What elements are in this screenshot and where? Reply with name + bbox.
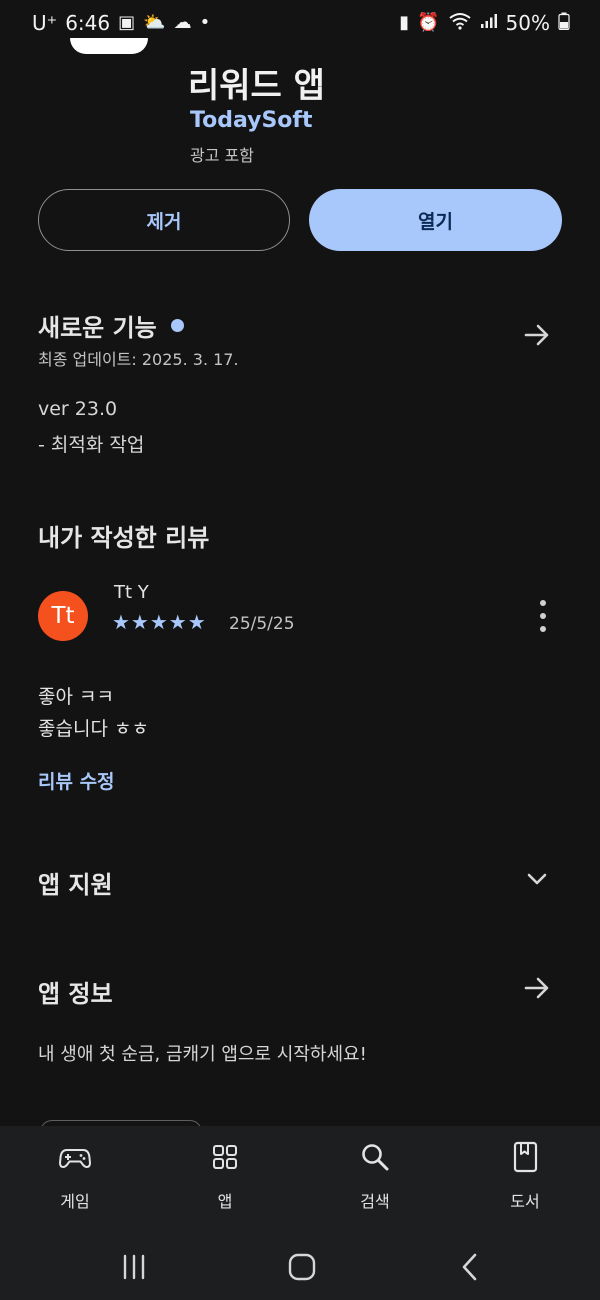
app-support-title[interactable]: 앱 지원 bbox=[38, 865, 113, 900]
apps-grid-icon bbox=[213, 1145, 237, 1169]
signal-icon bbox=[480, 13, 498, 33]
gamepad-icon bbox=[58, 1149, 92, 1169]
search-icon bbox=[362, 1144, 389, 1171]
about-app-title[interactable]: 앱 정보 bbox=[38, 974, 113, 1009]
battery-icon bbox=[558, 12, 570, 34]
new-indicator-dot bbox=[170, 319, 184, 332]
nav-search[interactable]: 검색 bbox=[330, 1140, 420, 1212]
review-date: 25/5/25 bbox=[229, 614, 295, 634]
bottom-navigation: 게임 앱 검색 도서 bbox=[0, 1126, 600, 1226]
book-icon bbox=[513, 1141, 538, 1173]
edit-review-link[interactable]: 리뷰 수정 bbox=[38, 767, 115, 794]
nav-games[interactable]: 게임 bbox=[30, 1140, 120, 1212]
open-button[interactable]: 열기 bbox=[309, 189, 562, 251]
alarm-icon: ⏰ bbox=[417, 12, 440, 33]
nav-books[interactable]: 도서 bbox=[480, 1140, 570, 1212]
battery-saver-icon: ▮ bbox=[399, 12, 410, 33]
home-icon[interactable] bbox=[282, 1248, 322, 1288]
nav-apps-label: 앱 bbox=[217, 1192, 233, 1211]
release-version: ver 23.0 bbox=[38, 398, 118, 420]
star-rating: ★★★★★ bbox=[112, 610, 207, 634]
system-navigation-bar bbox=[0, 1226, 600, 1300]
nav-games-label: 게임 bbox=[60, 1192, 90, 1211]
back-icon[interactable] bbox=[450, 1248, 490, 1288]
more-notifications-dot-icon: • bbox=[199, 12, 211, 33]
nav-books-label: 도서 bbox=[510, 1192, 540, 1211]
nav-apps[interactable]: 앱 bbox=[180, 1140, 270, 1212]
clock: 6:46 bbox=[65, 11, 111, 35]
app-title: 리워드 앱 bbox=[188, 66, 325, 106]
cloud-icon: ☁ bbox=[173, 12, 192, 33]
more-options-icon[interactable] bbox=[536, 600, 550, 632]
reviewer-name: Tt Y bbox=[114, 582, 149, 603]
my-review-title: 내가 작성한 리뷰 bbox=[38, 524, 210, 552]
wifi-icon bbox=[448, 12, 472, 34]
release-notes: - 최적화 작업 bbox=[38, 434, 145, 456]
chevron-down-icon[interactable] bbox=[522, 864, 552, 894]
weather-icon: ⛅ bbox=[143, 12, 166, 33]
last-updated: 최종 업데이트: 2025. 3. 17. bbox=[38, 350, 239, 369]
review-text-line-1: 좋아 ㅋㅋ bbox=[38, 686, 114, 708]
developer-link[interactable]: TodaySoft bbox=[190, 108, 313, 133]
review-text-line-2: 좋습니다 ㅎㅎ bbox=[38, 718, 149, 740]
whats-new-header[interactable]: 새로운 기능 bbox=[38, 308, 184, 343]
carrier-label: U⁺ bbox=[32, 11, 58, 35]
gallery-notification-icon: ▣ bbox=[118, 12, 136, 33]
app-icon bbox=[70, 38, 148, 54]
whats-new-arrow-icon[interactable] bbox=[522, 320, 552, 350]
uninstall-button[interactable]: 제거 bbox=[38, 189, 290, 251]
nav-search-label: 검색 bbox=[360, 1192, 390, 1211]
app-description: 내 생애 첫 순금, 금캐기 앱으로 시작하세요! bbox=[38, 1044, 367, 1065]
avatar: Tt bbox=[38, 591, 88, 641]
battery-percent: 50% bbox=[505, 11, 550, 35]
about-arrow-icon[interactable] bbox=[522, 973, 552, 1003]
recent-apps-icon[interactable] bbox=[114, 1248, 154, 1288]
whats-new-title: 새로운 기능 bbox=[38, 314, 157, 342]
contains-ads-label: 광고 포함 bbox=[190, 146, 254, 165]
